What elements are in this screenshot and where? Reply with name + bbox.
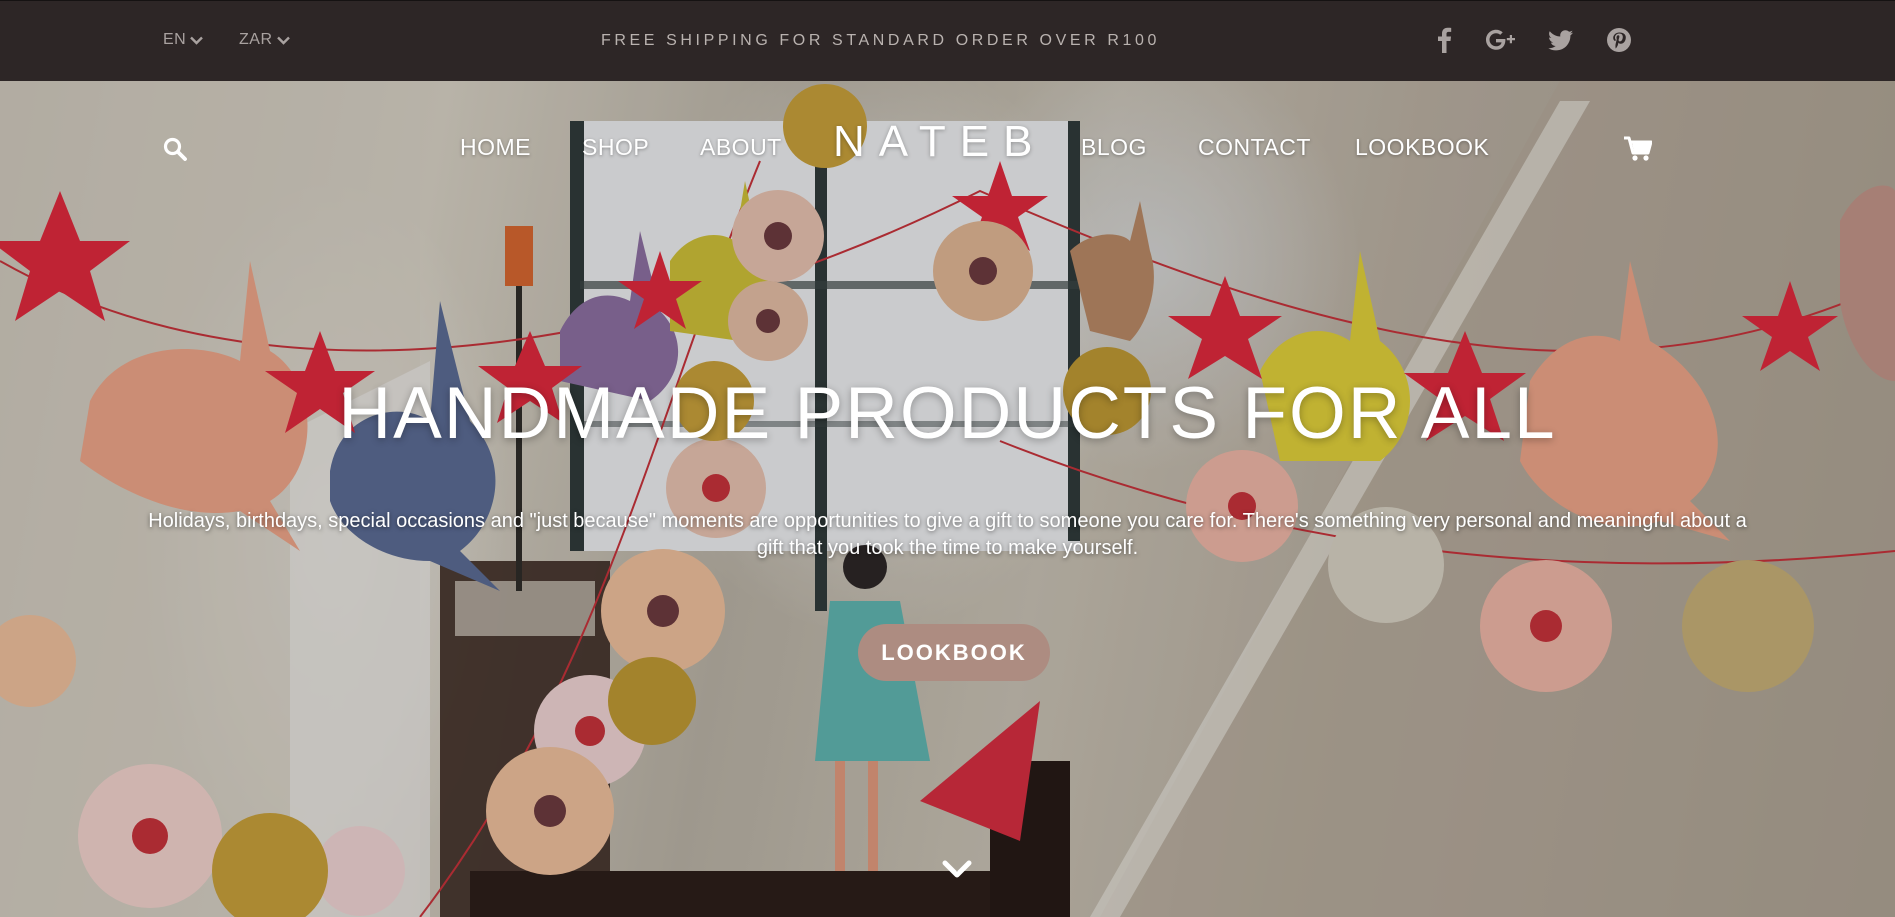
facebook-icon[interactable] [1433,27,1457,53]
nav-lookbook[interactable]: LOOKBOOK [1355,134,1489,161]
nav-shop[interactable]: SHOP [582,134,649,161]
pinterest-icon[interactable] [1606,27,1632,53]
hero-headline: HANDMADE PRODUCTS FOR ALL [338,373,1557,454]
twitter-icon[interactable] [1548,27,1574,53]
hero-banner: HOME SHOP ABOUT NATEB BLOG CONTACT LOOKB… [0,81,1895,917]
google-plus-icon[interactable] [1486,27,1516,53]
language-selector[interactable]: EN [163,31,204,49]
cart-icon[interactable] [1624,136,1653,162]
site-logo[interactable]: NATEB [833,117,1046,167]
nav-about[interactable]: ABOUT [700,134,782,161]
chevron-down-icon [190,36,204,45]
chevron-down-icon[interactable] [942,859,972,881]
announcement-bar: EN ZAR FREE SHIPPING FOR STANDARD ORDER … [0,0,1895,81]
page: EN ZAR FREE SHIPPING FOR STANDARD ORDER … [0,0,1895,917]
language-label: EN [163,31,187,48]
currency-selector[interactable]: ZAR [239,31,290,49]
chevron-down-icon [276,36,290,45]
currency-label: ZAR [239,31,273,48]
nav-blog[interactable]: BLOG [1081,134,1147,161]
hero-overlay [0,81,1895,917]
shipping-notice: FREE SHIPPING FOR STANDARD ORDER OVER R1… [601,32,1160,49]
lookbook-button[interactable]: LOOKBOOK [858,624,1050,681]
nav-home[interactable]: HOME [460,134,531,161]
nav-contact[interactable]: CONTACT [1198,134,1311,161]
hero-subtext: Holidays, birthdays, special occasions a… [148,510,1747,559]
search-icon[interactable] [163,137,187,161]
